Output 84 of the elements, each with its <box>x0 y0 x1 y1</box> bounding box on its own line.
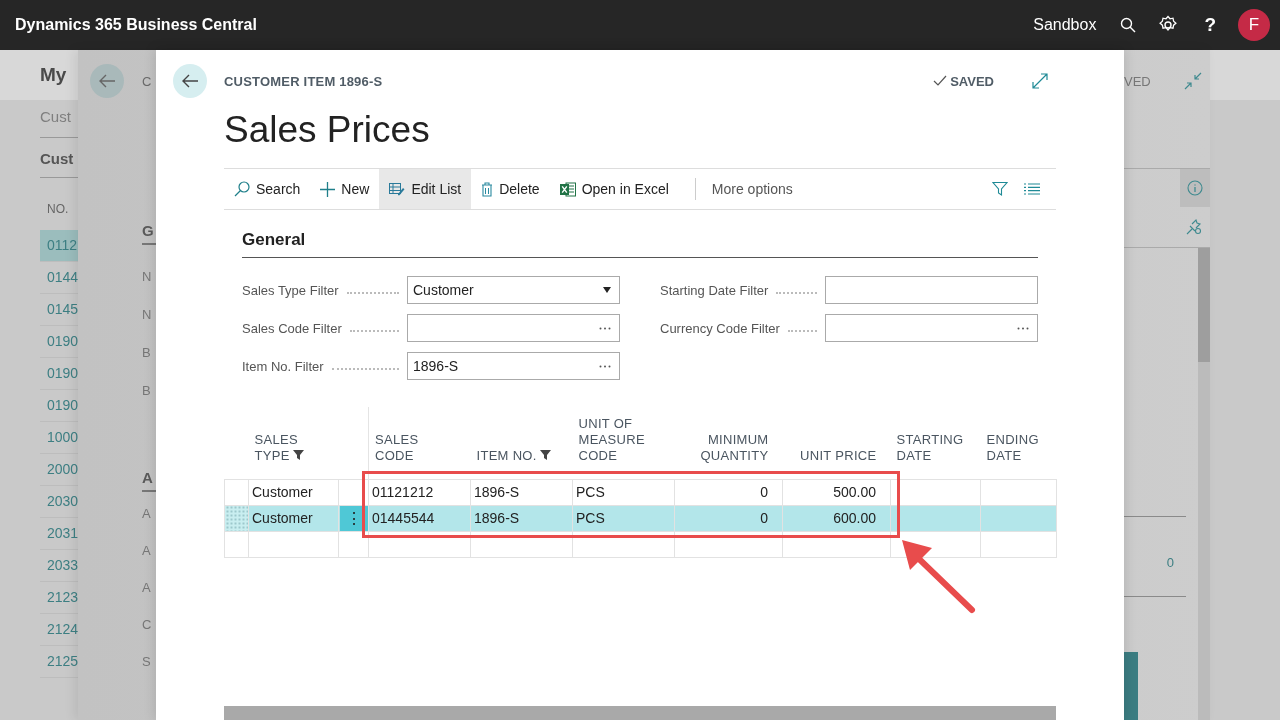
page-title: Sales Prices <box>224 112 431 152</box>
collapse-icon[interactable] <box>1184 72 1202 90</box>
column-header: NO. <box>46 201 69 218</box>
table-cell: 01445544 <box>372 510 435 526</box>
lookup-field[interactable] <box>407 314 620 342</box>
more-icon <box>1017 326 1029 330</box>
edit-button[interactable]: Edit List <box>379 169 472 209</box>
app-title: Dynamics 365 Business Central <box>15 16 257 34</box>
column-header[interactable]: SALES CODE <box>375 431 419 464</box>
environment-label: Sandbox <box>1033 16 1097 34</box>
text-field[interactable] <box>825 276 1038 304</box>
search-icon[interactable] <box>1120 17 1137 33</box>
field-label: N <box>142 269 153 286</box>
more-icon <box>599 364 611 368</box>
table-cell: Customer <box>252 484 313 500</box>
help-button[interactable]: ? <box>1200 14 1220 36</box>
field-label: A <box>142 580 152 597</box>
lookup-field[interactable]: 1896-S <box>407 352 620 380</box>
page-title: My <box>40 64 67 86</box>
delete-button[interactable]: Delete <box>471 169 550 209</box>
column-header[interactable]: ENDING DATE <box>986 431 1039 464</box>
back-icon[interactable] <box>90 64 124 98</box>
column-header[interactable]: STARTING DATE <box>896 431 964 464</box>
trash-icon <box>481 181 494 197</box>
table-cell: 500.00 <box>833 484 876 500</box>
avatar[interactable]: F <box>1238 9 1270 41</box>
table-cell: 0 <box>760 510 768 526</box>
info-button[interactable] <box>1180 169 1210 207</box>
save-status: SAVED <box>950 73 994 89</box>
field-label: B <box>142 383 152 400</box>
filter-icon <box>292 449 304 460</box>
table-row[interactable]: Customer 01121212 1896-S PCS 0 500.00 <box>224 479 1057 505</box>
column-header[interactable]: MINIMUM QUANTITY <box>700 431 769 464</box>
lookup-field[interactable] <box>825 314 1038 342</box>
field-label: Sales Code Filter <box>242 320 342 336</box>
table-cell: Customer <box>252 510 313 526</box>
filter-icon <box>539 449 551 460</box>
field-label: Starting Date Filter <box>660 282 769 298</box>
spreadsheet-icon <box>559 181 576 197</box>
column-header[interactable]: ITEM NO. <box>476 447 551 464</box>
pin-icon[interactable] <box>1186 219 1202 235</box>
search-icon <box>234 181 250 197</box>
list-view-icon[interactable] <box>1024 183 1040 195</box>
tile[interactable] <box>1124 652 1138 720</box>
info-icon <box>1187 180 1203 196</box>
table-cell: PCS <box>576 510 605 526</box>
breadcrumb: C <box>142 73 152 89</box>
field-label: A <box>142 506 152 523</box>
back-icon[interactable] <box>173 64 207 98</box>
field-label: Sales Type Filter <box>242 282 339 298</box>
scrollbar[interactable] <box>1198 248 1210 720</box>
scrollbar[interactable] <box>224 706 1056 720</box>
table-cell: 0 <box>760 484 768 500</box>
table-cell: 1896-S <box>474 510 520 526</box>
table-row[interactable]: Customer ⋮ 01445544 1896-S PCS 0 600.00 <box>224 505 1057 531</box>
more-options-button[interactable]: More options <box>695 169 803 209</box>
search-button[interactable]: Search <box>224 169 311 209</box>
field-label: A <box>142 543 152 560</box>
more-icon <box>599 326 611 330</box>
field-label: B <box>142 345 152 362</box>
checkmark-icon <box>933 75 948 87</box>
section-title: General <box>242 230 1038 258</box>
column-header[interactable]: UNIT OF MEASURE CODE <box>578 415 645 464</box>
column-header[interactable]: SALES TYPE <box>254 431 304 464</box>
edit-list-icon <box>389 182 406 196</box>
table-cell: 600.00 <box>833 510 876 526</box>
table-cell: 1896-S <box>474 484 520 500</box>
table-cell: PCS <box>576 484 605 500</box>
expand-icon[interactable] <box>1032 73 1048 89</box>
field-label: C <box>142 617 153 634</box>
field-label: S <box>142 654 152 671</box>
filter-icon[interactable] <box>992 181 1008 197</box>
table-cell: 01121212 <box>372 484 434 500</box>
column-header[interactable]: UNIT PRICE <box>800 447 877 464</box>
save-status: VED <box>1124 73 1151 89</box>
field-label: Item No. Filter <box>242 358 324 374</box>
dropdown-field[interactable]: Customer <box>407 276 620 304</box>
plus-icon <box>320 181 336 197</box>
new-button[interactable]: New <box>310 169 380 209</box>
excel-button[interactable]: Open in Excel <box>549 169 679 209</box>
dropdown-caret-icon <box>603 287 611 293</box>
field-label: N <box>142 307 153 324</box>
breadcrumb: CUSTOMER ITEM 1896-S <box>224 73 383 89</box>
field-label: Currency Code Filter <box>660 320 780 336</box>
